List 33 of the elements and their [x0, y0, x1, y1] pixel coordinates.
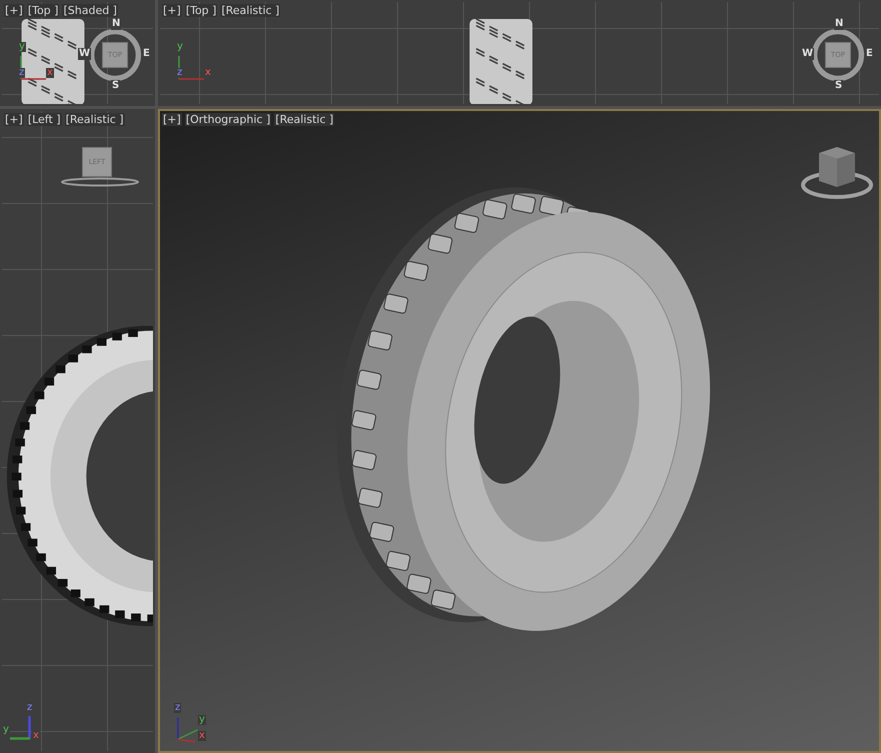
compass-label: N — [834, 18, 844, 30]
axis-label: x — [32, 731, 40, 741]
compass-label: W — [78, 48, 92, 60]
viewport-menu[interactable]: [+] — [162, 113, 182, 126]
view-label[interactable]: [Orthographic ] — [184, 113, 272, 126]
axis-tripod-icon — [10, 716, 31, 740]
viewport-menu[interactable]: [+] — [162, 4, 182, 17]
viewport-menu[interactable]: [+] — [4, 4, 24, 17]
shading-label[interactable]: [Realistic ] — [220, 4, 280, 17]
view-label[interactable]: [Top ] — [26, 4, 60, 17]
axis-label: y — [198, 715, 206, 725]
axis-label: z — [176, 68, 184, 78]
shading-label[interactable]: [Realistic ] — [64, 113, 125, 126]
compass-label: W — [801, 48, 814, 60]
axis-label: y — [2, 725, 10, 735]
axis-label: x — [198, 731, 206, 741]
viewport[interactable]: [+] [Orthographic ] [Realistic ] z y x — [158, 109, 881, 753]
compass-ring-icon — [88, 28, 142, 82]
compass-ring-icon — [811, 28, 865, 82]
axis-label: z — [26, 703, 34, 713]
view-label[interactable]: [Left ] — [26, 113, 62, 126]
axis-label: z — [18, 68, 26, 78]
shading-label[interactable]: [Shaded ] — [62, 4, 118, 17]
axis-label: z — [174, 703, 182, 713]
viewport-menu[interactable]: [+] — [4, 113, 24, 126]
shading-label[interactable]: [Realistic ] — [274, 113, 334, 126]
view-label[interactable]: [Top ] — [184, 4, 218, 17]
axis-label: y — [176, 42, 184, 52]
axis-label: x — [204, 68, 212, 78]
axis-label: y — [18, 42, 26, 52]
compass-label: N — [111, 18, 122, 30]
compass-ring-icon — [60, 177, 140, 187]
axis-label: x — [46, 68, 54, 78]
